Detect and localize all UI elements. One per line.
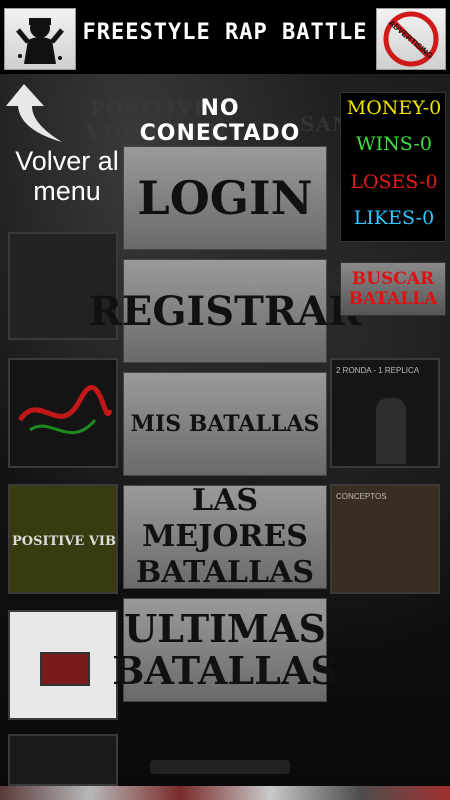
no-advertising-icon: ADVERTISING [383, 11, 439, 67]
graffiti-image [17, 385, 113, 434]
thumbnail-logo [40, 652, 90, 686]
stats-panel: MONEY-0 WINS-0 LOSES-0 LIKES-0 [340, 92, 446, 242]
no-ads-button[interactable]: ADVERTISING [376, 8, 446, 70]
wins-stat: WINS-0 [356, 133, 432, 155]
battle-thumbnail[interactable] [8, 734, 118, 786]
login-button[interactable]: LOGIN [123, 146, 327, 250]
my-battles-button[interactable]: MIS BATALLAS [123, 372, 327, 476]
profile-logo-button[interactable] [4, 8, 76, 70]
battle-thumbnail[interactable]: CONCEPTOS [330, 484, 440, 594]
thumbnail-caption: CONCEPTOS [336, 492, 387, 501]
search-battle-button[interactable]: BUSCAR BATALLA [340, 262, 446, 316]
battle-thumbnail[interactable]: 2 RONDA - 1 REPLICA [330, 358, 440, 468]
curved-arrow-up-icon [6, 84, 62, 142]
rapper-silhouette [376, 398, 406, 464]
likes-stat: LIKES-0 [353, 207, 435, 229]
battle-thumbnail[interactable] [8, 610, 118, 720]
battle-thumbnail[interactable]: POSITIVE VIBRATION [8, 484, 118, 594]
best-battles-button[interactable]: LAS MEJORES BATALLAS [123, 483, 327, 590]
bottom-banner [0, 786, 450, 800]
scroll-handle[interactable] [150, 760, 290, 774]
money-stat: MONEY-0 [346, 97, 442, 119]
connection-status: NO CONECTADO [139, 96, 301, 146]
thumbnail-caption: 2 RONDA - 1 REPLICA [336, 366, 420, 375]
register-button[interactable]: REGISTRAR [89, 259, 361, 363]
back-button[interactable]: Volver al menu [0, 78, 126, 208]
back-label: Volver al menu [15, 146, 119, 206]
rapper-logo-icon [16, 18, 64, 64]
loses-stat: LOSES-0 [350, 171, 438, 193]
app-title: FREESTYLE RAP BATTLE [82, 20, 368, 45]
battle-thumbnail[interactable] [8, 358, 118, 468]
thumbnail-caption: POSITIVE VIBRATION [12, 534, 116, 549]
latest-battles-button[interactable]: ULTIMAS BATALLAS [112, 598, 338, 702]
